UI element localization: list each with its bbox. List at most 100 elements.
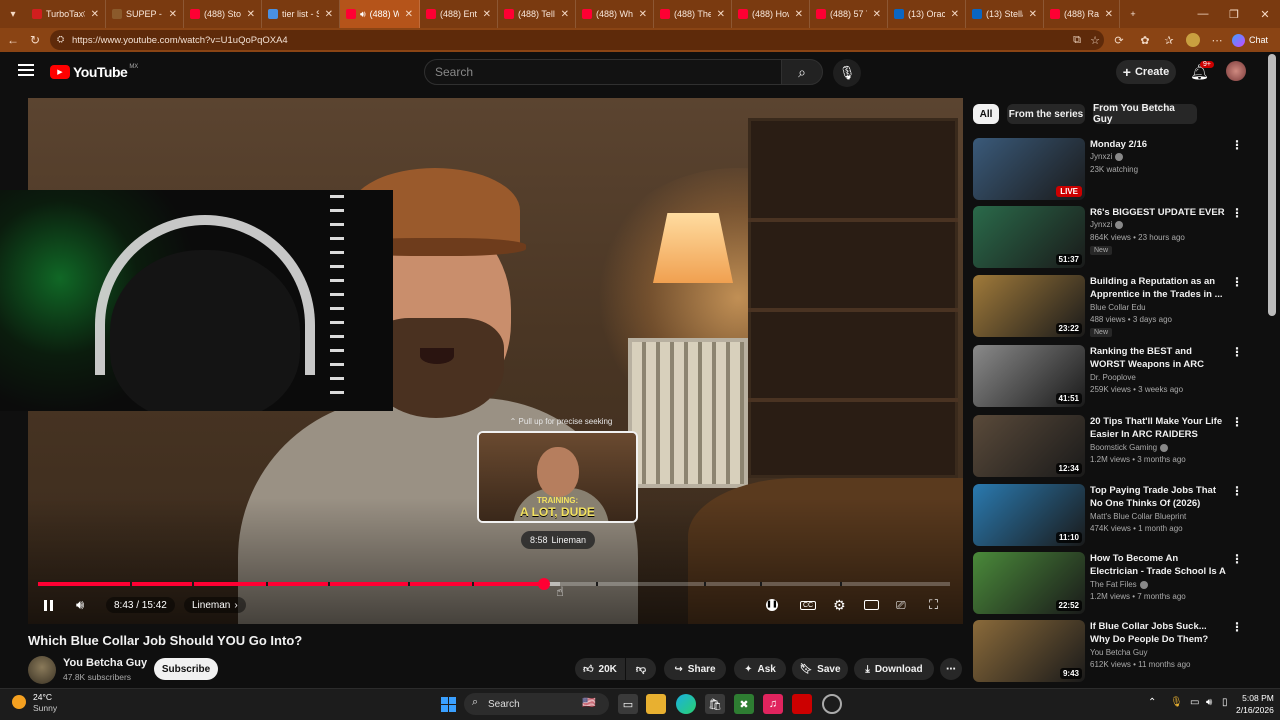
hamburger-menu-icon[interactable] — [18, 64, 34, 78]
recommended-title[interactable]: Ranking the BEST and WORST Weapons in AR… — [1090, 345, 1226, 371]
download-button[interactable]: ⤓ Download — [854, 658, 934, 680]
browser-tab[interactable]: SUPEP - Ing ✕ — [106, 0, 184, 28]
show-hidden-icons[interactable]: ⌃ — [1148, 697, 1156, 708]
recommended-title[interactable]: Monday 2/16 — [1090, 138, 1226, 151]
recommended-video[interactable]: 51:37 R6's BIGGEST UPDATE EVER Jynxzi 864K … — [973, 206, 1253, 270]
recommended-video[interactable]: 9:43 If Blue Collar Jobs Suck... Why Do P… — [973, 620, 1253, 684]
cast-icon[interactable]: ⎚ — [896, 596, 906, 614]
search-button[interactable]: ⌕ — [781, 59, 823, 85]
more-options-icon[interactable]: ⋮ — [1231, 345, 1243, 359]
dislike-button[interactable]: 👎︎ — [626, 658, 656, 680]
close-tab-icon[interactable]: ✕ — [405, 9, 413, 20]
close-window-icon[interactable]: ✕ — [1250, 0, 1280, 28]
more-options-icon[interactable]: ⋮ — [1231, 206, 1243, 220]
chip-all[interactable]: All — [973, 104, 999, 124]
more-actions-icon[interactable]: ⋯ — [940, 658, 962, 680]
close-tab-icon[interactable]: ✕ — [483, 9, 491, 20]
taskbar-search[interactable]: ⌕ Search 🇺🇸 — [464, 693, 609, 715]
channel-avatar[interactable] — [28, 656, 56, 684]
network-icon[interactable]: ▭ — [1190, 697, 1199, 708]
recommended-video[interactable]: 22:52 How To Become An Electrician - Trad… — [973, 552, 1253, 616]
app-settings-icon[interactable] — [822, 694, 842, 714]
recommended-video[interactable]: LIVE Monday 2/16 Jynxzi 23K watching ⋮ — [973, 138, 1253, 202]
captions-icon[interactable]: CC — [800, 596, 817, 614]
more-options-icon[interactable]: ⋮ — [1231, 620, 1243, 634]
progress-bar[interactable] — [38, 582, 950, 586]
video-thumbnail[interactable]: 11:10 — [973, 484, 1085, 546]
video-thumbnail[interactable]: 22:52 — [973, 552, 1085, 614]
reload-icon[interactable]: ↻ — [24, 29, 46, 51]
recommended-channel[interactable]: The Fat Files — [1090, 580, 1148, 589]
close-tab-icon[interactable]: ✕ — [795, 9, 803, 20]
create-button[interactable]: + Create — [1116, 60, 1176, 84]
browser-tab[interactable]: (13) Stellan ✕ — [966, 0, 1044, 28]
profile-avatar[interactable] — [1184, 31, 1202, 49]
browser-tab[interactable]: (488) Stop ✕ — [184, 0, 262, 28]
browser-tab[interactable]: (488) The B ✕ — [654, 0, 732, 28]
close-tab-icon[interactable]: ✕ — [1105, 9, 1113, 20]
video-thumbnail[interactable]: 51:37 — [973, 206, 1085, 268]
recommended-channel[interactable]: Jynxzi — [1090, 152, 1124, 161]
recommended-title[interactable]: Top Paying Trade Jobs That No One Thinks… — [1090, 484, 1226, 510]
tray-app-icon[interactable]: 🎙 — [1170, 697, 1183, 708]
browser-tab[interactable]: 🔊︎ (488) W ✕ — [340, 0, 420, 28]
music-icon[interactable]: ♫ — [763, 694, 783, 714]
refresh-extension-icon[interactable]: ⟳ — [1110, 31, 1128, 49]
more-options-icon[interactable]: ⋮ — [1231, 138, 1243, 152]
chapter-button[interactable]: Lineman › — [184, 597, 246, 613]
copilot-chat-button[interactable]: Chat — [1232, 31, 1276, 49]
browser-tab[interactable]: TurboTax® ✕ — [26, 0, 106, 28]
video-thumbnail[interactable]: 9:43 — [973, 620, 1085, 682]
video-thumbnail[interactable]: 41:51 — [973, 345, 1085, 407]
chip-from-you-betcha-guy[interactable]: From You Betcha Guy — [1093, 103, 1197, 125]
back-icon[interactable]: ← — [2, 29, 24, 51]
more-options-icon[interactable]: ⋮ — [1231, 415, 1243, 429]
channel-name[interactable]: You Betcha Guy — [63, 657, 147, 669]
close-tab-icon[interactable]: ✕ — [561, 9, 569, 20]
extensions-icon[interactable]: ✿ — [1136, 31, 1154, 49]
recommended-title[interactable]: R6's BIGGEST UPDATE EVER — [1090, 206, 1226, 219]
recommended-channel[interactable]: Matt's Blue Collar Blueprint — [1090, 512, 1186, 521]
pause-button[interactable] — [44, 596, 53, 614]
audio-playing-icon[interactable]: 🔊︎ — [360, 9, 366, 20]
voice-search-button[interactable]: 🎙 — [833, 59, 861, 87]
close-tab-icon[interactable]: ✕ — [325, 9, 333, 20]
address-bar[interactable]: ⛭ https://www.youtube.com/watch?v=U1uQoP… — [50, 30, 1104, 50]
app-red-icon[interactable] — [792, 694, 812, 714]
tab-search-icon[interactable]: ▾ — [0, 0, 26, 28]
recommended-title[interactable]: 20 Tips That'll Make Your Life Easier In… — [1090, 415, 1226, 441]
browser-tab[interactable]: (488) 57 Ye ✕ — [810, 0, 888, 28]
recommended-video[interactable]: 23:22 Building a Reputation as an Apprent… — [973, 275, 1253, 339]
edge-browser-icon[interactable] — [676, 694, 696, 714]
save-button[interactable]: 🔖︎ Save — [792, 658, 848, 680]
youtube-logo[interactable]: ▶ YouTube MX — [50, 64, 138, 80]
favorites-icon[interactable]: ✰ — [1160, 31, 1178, 49]
recommended-video[interactable]: 11:10 Top Paying Trade Jobs That No One T… — [973, 484, 1253, 548]
recommended-channel[interactable]: Dr. Pooplove — [1090, 373, 1136, 382]
recommended-channel[interactable]: Boomstick Gaming — [1090, 443, 1169, 452]
like-button[interactable]: 👍︎ 20K — [575, 658, 625, 680]
close-tab-icon[interactable]: ✕ — [873, 9, 881, 20]
recommended-video[interactable]: 41:51 Ranking the BEST and WORST Weapons … — [973, 345, 1253, 409]
share-button[interactable]: ↪ Share — [664, 658, 726, 680]
browser-tab[interactable]: (13) Oracle ✕ — [888, 0, 966, 28]
windows-start-icon[interactable] — [438, 694, 458, 714]
browser-tab[interactable]: (488) How ✕ — [732, 0, 810, 28]
more-options-icon[interactable]: ⋮ — [1231, 275, 1243, 289]
more-options-icon[interactable]: ⋮ — [1231, 552, 1243, 566]
browser-tab[interactable]: (488) Why ✕ — [576, 0, 654, 28]
close-tab-icon[interactable]: ✕ — [951, 9, 959, 20]
close-tab-icon[interactable]: ✕ — [247, 9, 255, 20]
minimize-icon[interactable]: — — [1188, 0, 1218, 28]
recommended-channel[interactable]: Jynxzi — [1090, 220, 1124, 229]
recommended-channel[interactable]: Blue Collar Edu — [1090, 303, 1146, 312]
volume-icon[interactable]: 🔊︎ — [76, 596, 84, 614]
search-input[interactable]: Search — [424, 59, 782, 85]
close-tab-icon[interactable]: ✕ — [717, 9, 725, 20]
page-scrollbar[interactable] — [1268, 54, 1276, 316]
account-avatar[interactable] — [1226, 61, 1246, 81]
close-tab-icon[interactable]: ✕ — [639, 9, 647, 20]
fullscreen-icon[interactable]: ⛶ — [929, 596, 938, 614]
browser-tab[interactable]: (488) Tell M ✕ — [498, 0, 576, 28]
video-thumbnail[interactable]: LIVE — [973, 138, 1085, 200]
